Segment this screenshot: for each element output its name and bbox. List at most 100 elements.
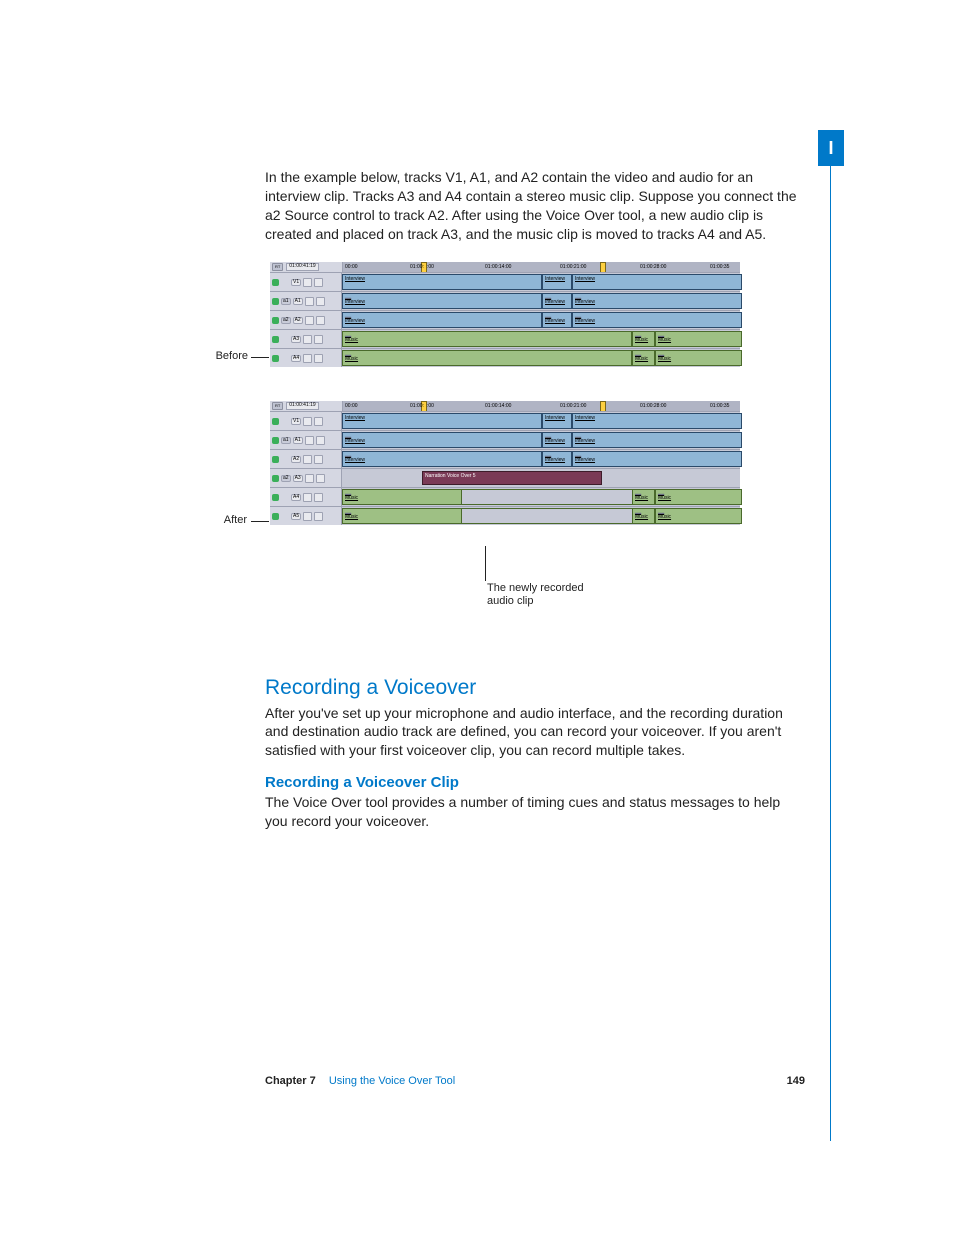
track-visibility-icon[interactable] <box>272 298 279 305</box>
lock-icon[interactable] <box>303 417 312 426</box>
autoselect-icon[interactable] <box>316 316 325 325</box>
track-lane[interactable]: InterviewInterviewInterview <box>342 273 740 291</box>
music-clip[interactable] <box>462 489 632 505</box>
lock-icon[interactable] <box>305 316 314 325</box>
track-lane[interactable]: ▂▂Music▂▂Music▂▂Music <box>342 330 740 348</box>
track-row: a2A2▂▂Interview▂▂Interview▂▂Interview <box>270 310 740 329</box>
video-clip[interactable]: Interview <box>542 274 572 290</box>
track-visibility-icon[interactable] <box>272 418 279 425</box>
track-visibility-icon[interactable] <box>272 513 279 520</box>
audio-clip[interactable]: ▂▂Interview <box>572 451 742 467</box>
track-visibility-icon[interactable] <box>272 456 279 463</box>
destination-control[interactable]: A4 <box>291 494 301 501</box>
track-lane[interactable]: ▂▂Music▂▂Music▂▂Music <box>342 507 740 525</box>
music-clip[interactable]: ▂▂Music <box>632 350 655 366</box>
lock-icon[interactable] <box>305 436 314 445</box>
music-clip[interactable]: ▂▂Music <box>342 489 462 505</box>
music-clip[interactable]: ▂▂Music <box>342 331 632 347</box>
track-lane[interactable]: ▂▂Interview▂▂Interview▂▂Interview <box>342 450 740 468</box>
track-lane[interactable]: ▂▂Interview▂▂Interview▂▂Interview <box>342 311 740 329</box>
audio-clip[interactable]: ▂▂Interview <box>542 432 572 448</box>
autoselect-icon[interactable] <box>314 493 323 502</box>
track-lane[interactable]: Narration Voice Over 5 <box>342 469 740 487</box>
source-control[interactable]: a1 <box>281 437 291 444</box>
music-clip[interactable]: ▂▂Music <box>655 508 742 524</box>
audio-clip[interactable]: ▂▂Interview <box>342 451 542 467</box>
autoselect-icon[interactable] <box>314 455 323 464</box>
audio-clip[interactable]: ▂▂Interview <box>342 432 542 448</box>
track-lane[interactable]: ▂▂Music▂▂Music▂▂Music <box>342 349 740 367</box>
track-visibility-icon[interactable] <box>272 494 279 501</box>
destination-control[interactable]: A3 <box>293 475 303 482</box>
page-footer: Chapter 7 Using the Voice Over Tool 149 <box>265 1075 805 1087</box>
music-clip[interactable]: ▂▂Music <box>342 350 632 366</box>
music-clip[interactable] <box>462 508 632 524</box>
audio-clip[interactable]: ▂▂Interview <box>572 432 742 448</box>
destination-control[interactable]: A4 <box>291 355 301 362</box>
destination-control[interactable]: A3 <box>291 336 301 343</box>
track-visibility-icon[interactable] <box>272 355 279 362</box>
audio-clip[interactable]: ▂▂Interview <box>542 312 572 328</box>
lock-icon[interactable] <box>303 278 312 287</box>
source-control[interactable]: a1 <box>281 298 291 305</box>
autoselect-icon[interactable] <box>314 354 323 363</box>
music-clip[interactable]: ▂▂Music <box>655 489 742 505</box>
autoselect-icon[interactable] <box>314 278 323 287</box>
track-lane[interactable]: ▂▂Interview▂▂Interview▂▂Interview <box>342 292 740 310</box>
track-visibility-icon[interactable] <box>272 279 279 286</box>
autoselect-icon[interactable] <box>314 417 323 426</box>
destination-control[interactable]: A1 <box>293 298 303 305</box>
destination-control[interactable]: A2 <box>291 456 301 463</box>
audio-clip[interactable]: ▂▂Interview <box>542 451 572 467</box>
lock-icon[interactable] <box>303 512 312 521</box>
audio-clip[interactable]: ▂▂Interview <box>542 293 572 309</box>
autoselect-icon[interactable] <box>316 474 325 483</box>
voiceover-clip[interactable]: Narration Voice Over 5 <box>422 471 602 485</box>
video-clip[interactable]: Interview <box>342 413 542 429</box>
track-lane[interactable]: ▂▂Interview▂▂Interview▂▂Interview <box>342 431 740 449</box>
track-header: A3 <box>270 330 342 348</box>
audio-clip[interactable]: ▂▂Interview <box>342 293 542 309</box>
track-visibility-icon[interactable] <box>272 437 279 444</box>
track-visibility-icon[interactable] <box>272 475 279 482</box>
video-clip[interactable]: Interview <box>572 274 742 290</box>
autoselect-icon[interactable] <box>314 335 323 344</box>
video-clip[interactable]: Interview <box>572 413 742 429</box>
footer-chapter-title: Using the Voice Over Tool <box>329 1075 455 1087</box>
track-visibility-icon[interactable] <box>272 317 279 324</box>
autoselect-icon[interactable] <box>316 436 325 445</box>
track-lane[interactable]: ▂▂Music▂▂Music▂▂Music <box>342 488 740 506</box>
rt-button[interactable]: RT <box>272 402 283 410</box>
ruler-tick: 01:00:35 <box>710 403 729 409</box>
music-clip[interactable]: ▂▂Music <box>632 489 655 505</box>
lock-icon[interactable] <box>303 455 312 464</box>
music-clip[interactable]: ▂▂Music <box>342 508 462 524</box>
autoselect-icon[interactable] <box>316 297 325 306</box>
source-control[interactable]: a2 <box>281 317 291 324</box>
video-clip[interactable]: Interview <box>342 274 542 290</box>
lock-icon[interactable] <box>305 474 314 483</box>
music-clip[interactable]: ▂▂Music <box>632 331 655 347</box>
destination-control[interactable]: V1 <box>291 418 301 425</box>
source-control[interactable]: a2 <box>281 475 291 482</box>
clip-label: Interview <box>345 318 365 324</box>
lock-icon[interactable] <box>303 335 312 344</box>
lock-icon[interactable] <box>305 297 314 306</box>
audio-clip[interactable]: ▂▂Interview <box>342 312 542 328</box>
destination-control[interactable]: V1 <box>291 279 301 286</box>
autoselect-icon[interactable] <box>314 512 323 521</box>
destination-control[interactable]: A1 <box>293 437 303 444</box>
track-visibility-icon[interactable] <box>272 336 279 343</box>
audio-clip[interactable]: ▂▂Interview <box>572 293 742 309</box>
rt-button[interactable]: RT <box>272 263 283 271</box>
destination-control[interactable]: A5 <box>291 513 301 520</box>
lock-icon[interactable] <box>303 493 312 502</box>
video-clip[interactable]: Interview <box>542 413 572 429</box>
lock-icon[interactable] <box>303 354 312 363</box>
music-clip[interactable]: ▂▂Music <box>632 508 655 524</box>
destination-control[interactable]: A2 <box>293 317 303 324</box>
music-clip[interactable]: ▂▂Music <box>655 350 742 366</box>
track-lane[interactable]: InterviewInterviewInterview <box>342 412 740 430</box>
music-clip[interactable]: ▂▂Music <box>655 331 742 347</box>
audio-clip[interactable]: ▂▂Interview <box>572 312 742 328</box>
